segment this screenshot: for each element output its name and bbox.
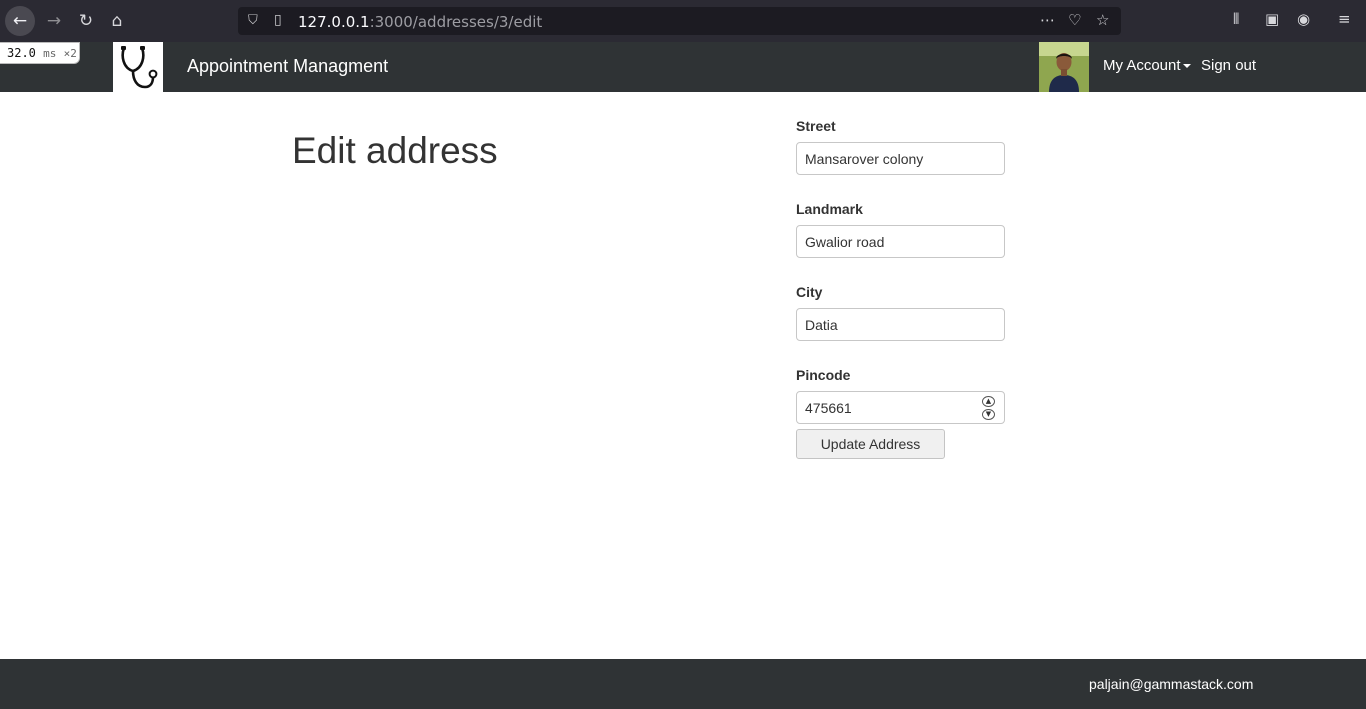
city-input[interactable]: Datia: [796, 308, 1005, 341]
perf-overlay: 32.0 ms ×2: [0, 42, 80, 64]
more-actions-icon[interactable]: ⋯: [1040, 11, 1055, 29]
reload-icon[interactable]: ↻: [72, 7, 100, 35]
tracking-shield-icon[interactable]: ⛉: [248, 13, 258, 28]
city-value: Datia: [805, 316, 838, 333]
landmark-value: Gwalior road: [805, 233, 885, 250]
pincode-label: Pincode: [796, 367, 851, 383]
reader-view-icon[interactable]: ▣: [1265, 10, 1279, 28]
pocket-icon[interactable]: ♡: [1068, 11, 1081, 29]
street-label: Street: [796, 118, 836, 134]
url-host: 127.0.0.1: [298, 13, 370, 31]
decrement-icon[interactable]: ▼: [982, 409, 995, 420]
address-bar[interactable]: ⛉ ▯ 127.0.0.1:3000/addresses/3/edit ⋯ ♡ …: [238, 7, 1121, 35]
url-text[interactable]: 127.0.0.1:3000/addresses/3/edit: [298, 13, 542, 31]
app-navbar: Appointment Managment My Account Sign ou…: [0, 42, 1366, 92]
number-spinner[interactable]: ▲ ▼: [982, 396, 995, 420]
sign-out-link[interactable]: Sign out: [1201, 57, 1256, 74]
menu-icon[interactable]: ≡: [1338, 10, 1351, 28]
address-form: Street Mansarover colony Landmark Gwalio…: [796, 118, 1006, 459]
stethoscope-logo-icon[interactable]: [113, 42, 163, 92]
street-value: Mansarover colony: [805, 150, 924, 167]
back-arrow-icon[interactable]: ←: [5, 6, 35, 36]
pincode-input[interactable]: 475661 ▲ ▼: [796, 391, 1005, 424]
browser-toolbar: ← → ↻ ⌂ ⛉ ▯ 127.0.0.1:3000/addresses/3/e…: [0, 0, 1366, 42]
update-address-button[interactable]: Update Address: [796, 429, 945, 459]
url-path: :3000/addresses/3/edit: [369, 13, 543, 31]
perf-multiplier: ×2: [63, 47, 77, 60]
perf-value: 32.0: [7, 46, 36, 60]
caret-down-icon: [1182, 64, 1191, 69]
brand-title[interactable]: Appointment Managment: [187, 56, 388, 77]
home-icon[interactable]: ⌂: [103, 7, 131, 35]
page-info-icon[interactable]: ▯: [274, 12, 282, 28]
pincode-value: 475661: [805, 399, 852, 416]
footer: paljain@gammastack.com: [0, 659, 1366, 709]
my-account-label: My Account: [1103, 57, 1181, 74]
page-title: Edit address: [292, 130, 498, 171]
library-icon[interactable]: ⫴: [1233, 10, 1239, 28]
landmark-label: Landmark: [796, 201, 863, 217]
street-input[interactable]: Mansarover colony: [796, 142, 1005, 175]
account-icon[interactable]: ◉: [1297, 10, 1310, 28]
city-label: City: [796, 284, 823, 300]
forward-arrow-icon[interactable]: →: [40, 7, 68, 35]
my-account-dropdown[interactable]: My Account: [1103, 57, 1191, 74]
bookmark-star-icon[interactable]: ☆: [1096, 11, 1109, 29]
avatar[interactable]: [1039, 42, 1089, 92]
landmark-input[interactable]: Gwalior road: [796, 225, 1005, 258]
footer-email: paljain@gammastack.com: [1089, 676, 1254, 692]
perf-unit: ms: [43, 47, 57, 60]
increment-icon[interactable]: ▲: [982, 396, 995, 407]
